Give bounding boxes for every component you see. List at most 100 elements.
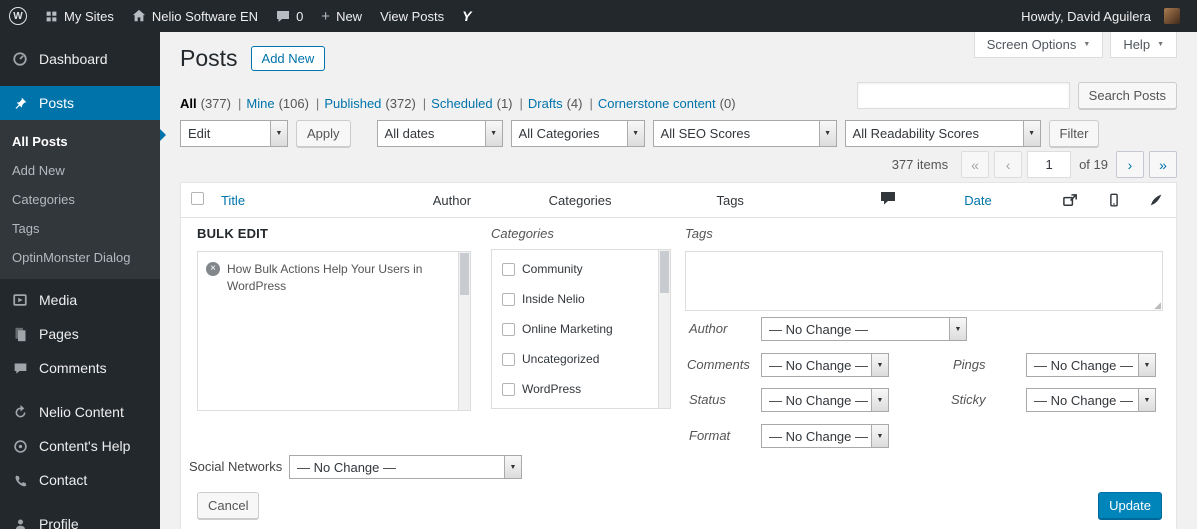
sidebar-item-pages[interactable]: Pages xyxy=(0,317,160,351)
current-page-input[interactable] xyxy=(1027,151,1072,178)
help-button[interactable]: Help ▼ xyxy=(1110,32,1177,58)
sidebar-item-posts[interactable]: Posts xyxy=(0,86,160,120)
tags-label: Tags xyxy=(685,226,713,241)
remove-post-icon[interactable]: × xyxy=(206,262,220,276)
view-link-cornerstone[interactable]: Cornerstone content xyxy=(598,96,716,111)
category-checkbox[interactable] xyxy=(502,352,515,366)
previous-page-button[interactable]: ‹ xyxy=(994,151,1023,178)
site-name-menu[interactable]: Nelio Software EN xyxy=(123,0,267,32)
search-posts-button[interactable]: Search Posts xyxy=(1077,82,1177,109)
sidebar-item-nelio-content[interactable]: Nelio Content xyxy=(0,395,160,429)
bulk-action-select[interactable]: Edit ▼ xyxy=(180,120,288,147)
categories-filter-select[interactable]: All Categories ▼ xyxy=(510,120,645,147)
wordpress-logo-menu[interactable]: W xyxy=(0,0,36,32)
view-link-published[interactable]: Published xyxy=(324,96,381,111)
select-all-checkbox[interactable] xyxy=(191,192,204,205)
view-posts-menu[interactable]: View Posts xyxy=(371,0,453,32)
submenu-all-posts[interactable]: All Posts xyxy=(0,127,160,156)
view-link-scheduled[interactable]: Scheduled xyxy=(431,96,492,111)
select-value: — No Change — xyxy=(1034,392,1133,408)
quill-column-icon[interactable] xyxy=(1148,192,1164,208)
view-link-all[interactable]: All xyxy=(180,96,197,111)
admin-bar-comments[interactable]: 0 xyxy=(267,0,312,32)
column-author: Author xyxy=(432,192,472,208)
dropdown-arrow-icon: ▼ xyxy=(1138,354,1155,376)
update-button[interactable]: Update xyxy=(1098,492,1162,519)
filter-button[interactable]: Filter xyxy=(1048,120,1100,147)
view-count: (1) xyxy=(496,96,513,111)
scrollbar[interactable] xyxy=(658,250,670,408)
comments-select[interactable]: — No Change — ▼ xyxy=(761,353,889,377)
last-page-button[interactable]: » xyxy=(1149,151,1177,178)
new-content-menu[interactable]: + New xyxy=(312,0,371,32)
pings-select[interactable]: — No Change — ▼ xyxy=(1026,353,1156,377)
dropdown-arrow-icon: ▼ xyxy=(626,121,644,146)
submenu-optinmonster-dialog[interactable]: OptinMonster Dialog xyxy=(0,243,160,272)
sidebar-item-profile[interactable]: Profile xyxy=(0,507,160,529)
first-page-button[interactable]: « xyxy=(961,151,990,178)
scrollbar-thumb[interactable] xyxy=(660,251,669,293)
category-label: WordPress xyxy=(522,382,582,396)
status-label: Status xyxy=(689,392,726,407)
add-new-button[interactable]: Add New xyxy=(250,46,326,71)
yoast-menu[interactable]: Y xyxy=(453,0,480,32)
column-tags-cell: Tags xyxy=(712,193,876,208)
sidebar-item-contents-help[interactable]: Content's Help xyxy=(0,429,160,463)
scrollbar[interactable] xyxy=(458,252,470,410)
total-pages-text: of 19 xyxy=(1079,157,1108,172)
comments-column-icon[interactable] xyxy=(880,191,896,206)
pings-label: Pings xyxy=(953,357,986,372)
sticky-select[interactable]: — No Change — ▼ xyxy=(1026,388,1156,412)
view-link-drafts[interactable]: Drafts xyxy=(528,96,563,111)
sidebar-item-contact[interactable]: Contact xyxy=(0,463,160,497)
submenu-categories[interactable]: Categories xyxy=(0,185,160,214)
category-checkbox[interactable] xyxy=(502,292,515,306)
dropdown-arrow-icon: ▼ xyxy=(818,121,836,146)
apply-button[interactable]: Apply xyxy=(296,120,351,147)
view-link-mine[interactable]: Mine xyxy=(246,96,274,111)
category-option: Online Marketing xyxy=(492,314,670,344)
status-select[interactable]: — No Change — ▼ xyxy=(761,388,889,412)
dropdown-arrow-icon: ▼ xyxy=(1138,389,1155,411)
my-sites-menu[interactable]: My Sites xyxy=(36,0,123,32)
submenu-add-new[interactable]: Add New xyxy=(0,156,160,185)
category-option: Inside Nelio xyxy=(492,284,670,314)
tags-textarea[interactable]: ◢ xyxy=(685,251,1163,311)
column-title[interactable]: Title xyxy=(221,193,245,208)
view-count: (377) xyxy=(200,96,231,111)
view-count: (0) xyxy=(719,96,736,111)
dropdown-arrow-icon: ▼ xyxy=(270,121,287,146)
sidebar-item-dashboard[interactable]: Dashboard xyxy=(0,42,160,76)
avatar xyxy=(1164,8,1180,24)
dates-filter-select[interactable]: All dates ▼ xyxy=(376,120,503,147)
column-social-cell xyxy=(1048,192,1092,209)
next-page-button[interactable]: › xyxy=(1116,151,1144,178)
resize-handle-icon[interactable]: ◢ xyxy=(1154,301,1161,310)
yoast-icon: Y xyxy=(462,8,472,24)
category-option: WordPress xyxy=(492,374,670,404)
category-checkbox[interactable] xyxy=(502,322,515,336)
sidebar-item-media[interactable]: Media xyxy=(0,283,160,317)
cancel-button[interactable]: Cancel xyxy=(197,492,260,519)
author-select[interactable]: — No Change — ▼ xyxy=(761,317,967,341)
dropdown-arrow-icon: ▼ xyxy=(871,389,888,411)
mobile-column-icon[interactable] xyxy=(1106,192,1122,209)
screen-options-button[interactable]: Screen Options ▼ xyxy=(973,32,1104,58)
format-select[interactable]: — No Change — ▼ xyxy=(761,424,889,448)
wordpress-admin-page: W My Sites Nelio Software EN 0 + New Vie… xyxy=(0,0,1197,529)
search-input[interactable] xyxy=(856,82,1070,109)
seo-scores-filter-select[interactable]: All SEO Scores ▼ xyxy=(652,120,837,147)
select-value: All Readability Scores xyxy=(852,126,979,141)
category-checkbox[interactable] xyxy=(502,262,515,276)
category-checkbox[interactable] xyxy=(502,382,515,396)
account-menu[interactable]: Howdy, David Aguilera xyxy=(1012,0,1189,32)
scrollbar-thumb[interactable] xyxy=(460,253,469,295)
readability-scores-filter-select[interactable]: All Readability Scores ▼ xyxy=(844,120,1041,147)
column-date[interactable]: Date xyxy=(964,193,991,208)
format-label: Format xyxy=(689,428,731,443)
submenu-tags[interactable]: Tags xyxy=(0,214,160,243)
view-filter-scheduled: Scheduled (1) xyxy=(431,96,528,111)
sidebar-item-comments[interactable]: Comments xyxy=(0,351,160,385)
social-networks-select[interactable]: — No Change — ▼ xyxy=(289,455,522,479)
share-column-icon[interactable] xyxy=(1062,192,1079,209)
